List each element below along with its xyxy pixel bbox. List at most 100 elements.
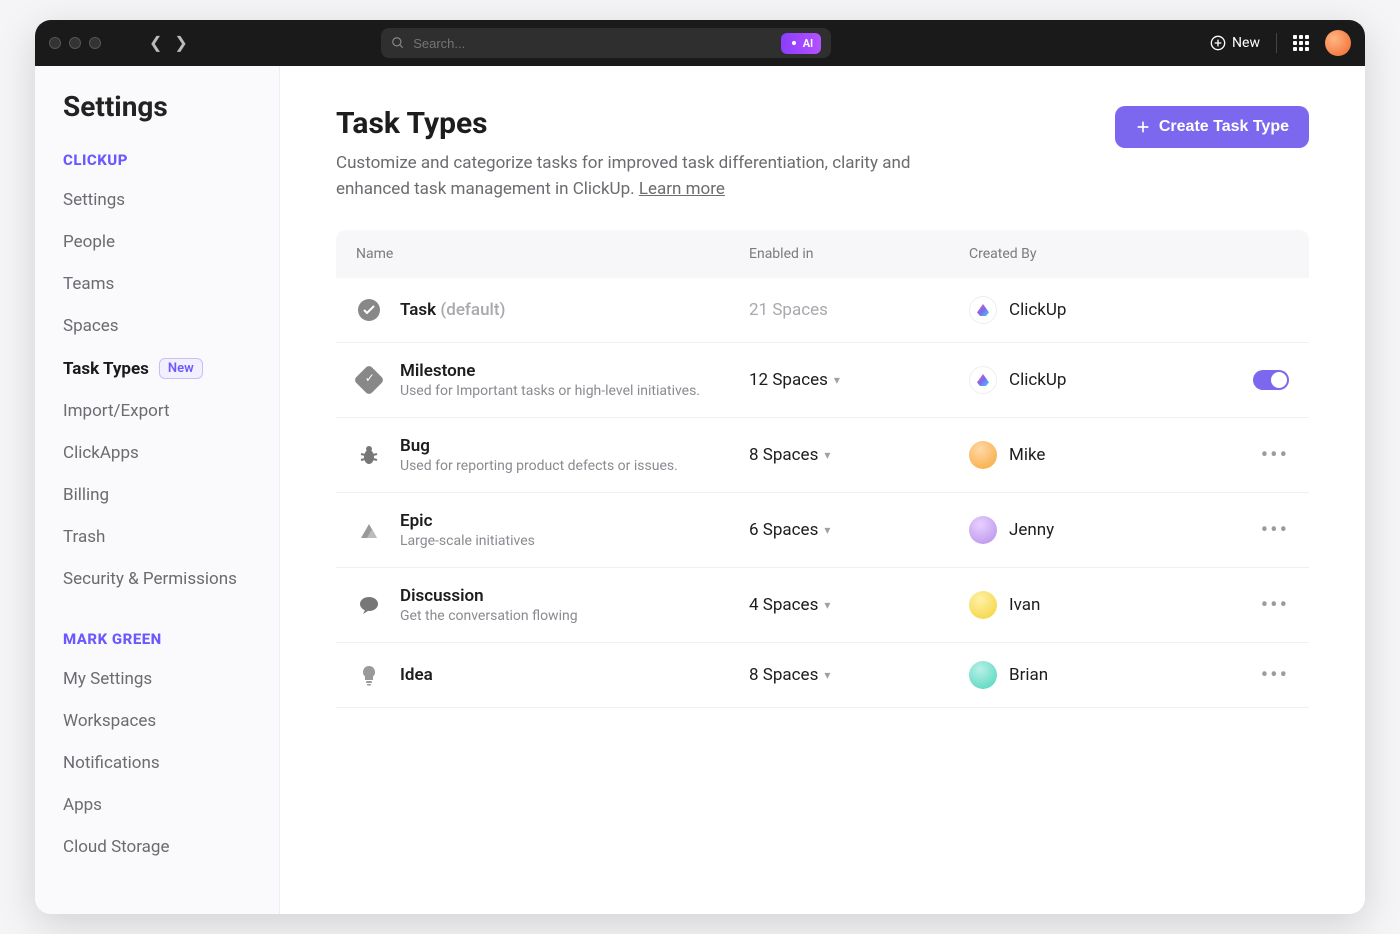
creator-avatar: [969, 366, 997, 394]
window-controls[interactable]: [49, 37, 101, 49]
more-menu-icon[interactable]: •••: [1261, 450, 1289, 461]
learn-more-link[interactable]: Learn more: [639, 179, 725, 199]
page-header: Task Types Customize and categorize task…: [336, 106, 1309, 202]
sidebar-item-label: Notifications: [63, 753, 160, 773]
sidebar-item-import-export[interactable]: Import/Export: [35, 390, 279, 432]
sidebar-item-clickapps[interactable]: ClickApps: [35, 432, 279, 474]
enabled-in-cell[interactable]: 8 Spaces▾: [749, 445, 969, 465]
maximize-dot[interactable]: [89, 37, 101, 49]
page-header-text: Task Types Customize and categorize task…: [336, 106, 956, 202]
sidebar-item-notifications[interactable]: Notifications: [35, 742, 279, 784]
enable-toggle[interactable]: [1253, 370, 1289, 390]
bug-icon: [356, 442, 382, 468]
sidebar-item-label: Cloud Storage: [63, 837, 170, 857]
sidebar-item-label: People: [63, 232, 115, 252]
action-cell: •••: [1229, 670, 1289, 681]
page-title: Task Types: [336, 106, 956, 141]
page-description: Customize and categorize tasks for impro…: [336, 151, 956, 202]
sidebar-item-people[interactable]: People: [35, 221, 279, 263]
name-cell: Milestone Used for Important tasks or hig…: [356, 361, 749, 399]
sidebar-item-spaces[interactable]: Spaces: [35, 305, 279, 347]
new-label: New: [1232, 35, 1260, 51]
table-row[interactable]: Milestone Used for Important tasks or hig…: [336, 343, 1309, 418]
task-type-desc: Used for reporting product defects or is…: [400, 458, 678, 474]
sidebar-item-label: Trash: [63, 527, 105, 547]
table-row[interactable]: Epic Large-scale initiatives 6 Spaces▾ Jenn…: [336, 493, 1309, 568]
creator-name: Ivan: [1009, 595, 1040, 615]
creator-name: Mike: [1009, 445, 1045, 465]
task-type-title: Idea: [400, 665, 433, 685]
enabled-in-cell[interactable]: 12 Spaces▾: [749, 370, 969, 390]
enabled-in-cell[interactable]: 6 Spaces▾: [749, 520, 969, 540]
task-type-title: Milestone: [400, 361, 700, 381]
more-menu-icon[interactable]: •••: [1261, 525, 1289, 536]
sidebar-item-task-types[interactable]: Task TypesNew: [35, 347, 279, 390]
sidebar-item-security-permissions[interactable]: Security & Permissions: [35, 558, 279, 600]
minimize-dot[interactable]: [69, 37, 81, 49]
col-created: Created By: [969, 246, 1229, 262]
plus-icon: [1135, 119, 1151, 135]
chevron-down-icon: ▾: [824, 598, 830, 612]
task-type-desc: Large-scale initiatives: [400, 533, 535, 549]
task-type-title: Discussion: [400, 586, 578, 606]
sidebar-item-label: Billing: [63, 485, 109, 505]
creator-avatar: [969, 516, 997, 544]
sidebar-item-apps[interactable]: Apps: [35, 784, 279, 826]
created-by-cell: Mike: [969, 441, 1229, 469]
task-type-desc: Get the conversation flowing: [400, 608, 578, 624]
create-task-type-button[interactable]: Create Task Type: [1115, 106, 1309, 148]
sidebar-item-my-settings[interactable]: My Settings: [35, 658, 279, 700]
enabled-in-cell[interactable]: 4 Spaces▾: [749, 595, 969, 615]
action-cell: •••: [1229, 450, 1289, 461]
sidebar-item-label: Workspaces: [63, 711, 156, 731]
table-row[interactable]: Task (default)21 SpacesClickUp: [336, 278, 1309, 343]
divider: [1276, 33, 1277, 53]
sidebar-item-cloud-storage[interactable]: Cloud Storage: [35, 826, 279, 868]
more-menu-icon[interactable]: •••: [1261, 670, 1289, 681]
task-type-title: Epic: [400, 511, 535, 531]
name-cell: BugUsed for reporting product defects or…: [356, 436, 749, 474]
more-menu-icon[interactable]: •••: [1261, 600, 1289, 611]
nav-forward-icon[interactable]: ❯: [174, 35, 187, 51]
chevron-down-icon: ▾: [824, 523, 830, 537]
app-window: ❮ ❯ AI New Settings CLICKUP: [35, 20, 1365, 914]
table-row[interactable]: BugUsed for reporting product defects or…: [336, 418, 1309, 493]
table-row[interactable]: Idea8 Spaces▾Brian•••: [336, 643, 1309, 708]
sidebar-section-label: MARK GREEN: [35, 622, 279, 658]
created-by-cell: ClickUp: [969, 296, 1229, 324]
sidebar-item-label: Settings: [63, 190, 125, 210]
body: Settings CLICKUPSettingsPeopleTeamsSpace…: [35, 66, 1365, 914]
created-by-cell: Ivan: [969, 591, 1229, 619]
sidebar-item-teams[interactable]: Teams: [35, 263, 279, 305]
sidebar-item-billing[interactable]: Billing: [35, 474, 279, 516]
sidebar: Settings CLICKUPSettingsPeopleTeamsSpace…: [35, 66, 280, 914]
nav-back-icon[interactable]: ❮: [149, 35, 162, 51]
sidebar-item-settings[interactable]: Settings: [35, 179, 279, 221]
main-content: Task Types Customize and categorize task…: [280, 66, 1365, 914]
search-input[interactable]: [413, 36, 764, 51]
enabled-in-cell[interactable]: 8 Spaces▾: [749, 665, 969, 685]
sidebar-item-label: Teams: [63, 274, 114, 294]
enabled-in-cell: 21 Spaces: [749, 300, 969, 320]
action-cell: •••: [1229, 525, 1289, 536]
idea-icon: [356, 662, 382, 688]
name-cell: Epic Large-scale initiatives: [356, 511, 749, 549]
chevron-down-icon: ▾: [834, 373, 840, 387]
creator-name: Jenny: [1009, 520, 1054, 540]
ai-badge[interactable]: AI: [781, 33, 822, 54]
global-search[interactable]: AI: [381, 28, 831, 58]
app-grid-icon[interactable]: [1293, 35, 1309, 51]
action-cell: [1229, 370, 1289, 390]
task-type-desc: Used for Important tasks or high-level i…: [400, 383, 700, 399]
current-user-avatar[interactable]: [1325, 30, 1351, 56]
close-dot[interactable]: [49, 37, 61, 49]
ai-label: AI: [803, 37, 814, 50]
plus-circle-icon: [1210, 35, 1226, 51]
table-row[interactable]: Discussion Get the conversation flowing 4 …: [336, 568, 1309, 643]
search-icon: [391, 36, 405, 50]
created-by-cell: ClickUp: [969, 366, 1229, 394]
sidebar-item-trash[interactable]: Trash: [35, 516, 279, 558]
name-cell: Discussion Get the conversation flowing: [356, 586, 749, 624]
new-button[interactable]: New: [1210, 35, 1260, 51]
sidebar-item-workspaces[interactable]: Workspaces: [35, 700, 279, 742]
